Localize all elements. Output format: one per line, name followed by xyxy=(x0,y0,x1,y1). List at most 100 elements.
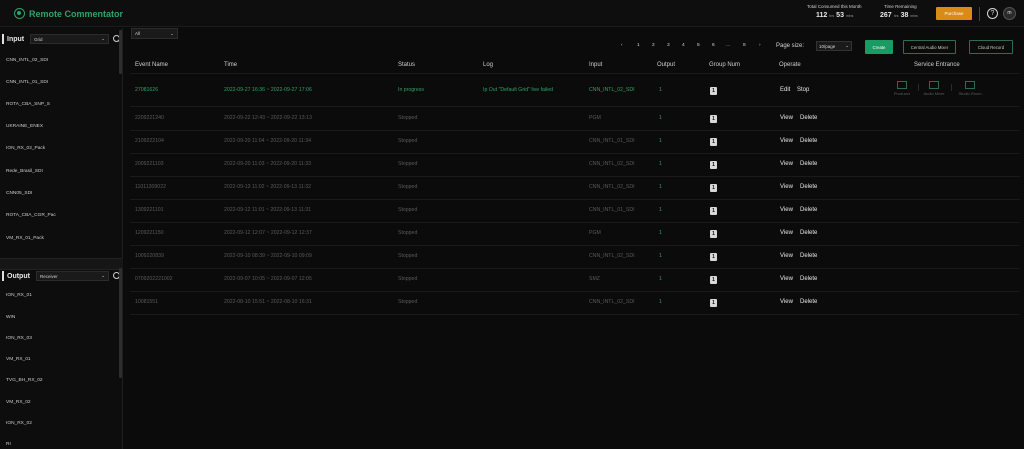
column-header[interactable]: Event Name xyxy=(135,62,168,68)
row-divider xyxy=(130,130,1020,131)
group-num-badge: 1 xyxy=(710,230,717,238)
input-item[interactable]: ION_RX_02_Pack xyxy=(6,146,45,151)
event-name-cell[interactable]: 2209221240 xyxy=(135,115,164,121)
event-name-cell[interactable]: 2109222104 xyxy=(135,138,164,144)
output-item[interactable]: RI xyxy=(6,442,11,447)
app-logo[interactable]: Remote Commentator xyxy=(14,8,123,19)
delete-link[interactable]: Delete xyxy=(800,253,817,259)
consumed-mins: 53 xyxy=(836,12,844,19)
output-filter-select[interactable]: Receiver ⌄ xyxy=(36,271,109,281)
view-link[interactable]: View xyxy=(780,161,793,167)
log-cell: Ip Out "Default Grid" live failed xyxy=(483,87,553,93)
input-filter-select[interactable]: Grid ⌄ xyxy=(30,34,109,44)
output-filter-value: Receiver xyxy=(40,273,58,279)
output-cell: 1 xyxy=(659,253,662,259)
delete-link[interactable]: Delete xyxy=(800,276,817,282)
column-header[interactable]: Time xyxy=(224,62,237,68)
pager-page[interactable]: 8 xyxy=(743,43,746,48)
central-audio-mixer-button[interactable]: Central Audio Mixer xyxy=(903,40,956,54)
output-item[interactable]: ION_RX_03 xyxy=(6,336,32,341)
delete-link[interactable]: Delete xyxy=(800,138,817,144)
input-filter-value: Grid xyxy=(34,36,43,42)
event-name-cell[interactable]: 1009220839 xyxy=(135,253,164,259)
input-cell: CNN_INTL_02_SDI xyxy=(589,299,635,305)
event-name-cell[interactable]: 1309221101 xyxy=(135,207,163,213)
column-header[interactable]: Input xyxy=(589,62,602,68)
input-item[interactable]: CNN_INTL_02_SDI xyxy=(6,58,48,63)
pager-page[interactable]: 6 xyxy=(712,43,715,48)
input-item[interactable]: Rede_Brasil_SDI xyxy=(6,169,43,174)
delete-link[interactable]: Delete xyxy=(800,230,817,236)
output-item[interactable]: ION_RX_02 xyxy=(6,421,32,426)
view-link[interactable]: View xyxy=(780,138,793,144)
event-name-cell[interactable]: 1209221150 xyxy=(135,230,163,236)
event-name-cell[interactable]: 2009221103 xyxy=(135,161,163,167)
input-item[interactable]: ROTA_CBA_SNP_S xyxy=(6,102,50,107)
pager-next[interactable]: › xyxy=(759,43,761,48)
input-item[interactable]: UKRAINE_ENEX xyxy=(6,124,43,129)
column-header[interactable]: Status xyxy=(398,62,415,68)
pager-page[interactable]: 4 xyxy=(682,43,685,48)
output-item[interactable]: ION_RX_01 xyxy=(6,293,32,298)
column-header[interactable]: Operate xyxy=(779,62,801,68)
input-scrollbar[interactable] xyxy=(119,30,122,74)
output-item[interactable]: TVG_BH_RX_02 xyxy=(6,378,43,383)
output-item[interactable]: WIN xyxy=(6,315,15,320)
event-name-cell[interactable]: 10081551 xyxy=(135,299,158,305)
avatar[interactable]: m xyxy=(1003,7,1016,20)
output-item[interactable]: VM_RX_01 xyxy=(6,357,31,362)
delete-link[interactable]: Delete xyxy=(800,161,817,167)
group-num-badge: 1 xyxy=(710,138,717,146)
service-audio-mixer[interactable]: Audio Mixer xyxy=(919,81,949,96)
pager-page[interactable]: 2 xyxy=(652,43,655,48)
cloud-record-button[interactable]: Cloud Record xyxy=(969,40,1013,54)
input-item[interactable]: CNN_INTL_01_SDI xyxy=(6,80,48,85)
status-filter-select[interactable]: All ⌄ xyxy=(131,28,178,39)
pager-ellipsis[interactable]: ... xyxy=(726,43,730,48)
column-header[interactable]: Group Num xyxy=(709,62,740,68)
consumed-stat: Total Consumed this Month 112 hrs 53 min… xyxy=(807,4,862,19)
delete-link[interactable]: Delete xyxy=(800,299,817,305)
output-scrollbar[interactable] xyxy=(119,268,122,378)
page-size-select[interactable]: 10/page ⌄ xyxy=(816,41,852,51)
service-producer[interactable]: Producer xyxy=(887,81,917,96)
chevron-down-icon: ⌄ xyxy=(845,43,849,48)
delete-link[interactable]: Delete xyxy=(800,207,817,213)
input-item[interactable]: VM_RX_01_Pack xyxy=(6,236,44,241)
event-name-cell[interactable]: 27081626 xyxy=(135,87,158,93)
view-link[interactable]: View xyxy=(780,115,793,121)
input-item[interactable]: CNN05_SDI xyxy=(6,191,32,196)
time-cell: 2022-09-07 10:05 ~ 2022-09-07 12:05 xyxy=(224,276,312,282)
status-cell: Stopped xyxy=(398,161,418,167)
view-link[interactable]: View xyxy=(780,299,793,305)
pager-page[interactable]: 1 xyxy=(637,43,640,48)
event-name-cell[interactable]: 0709202221002 xyxy=(135,276,173,282)
create-button[interactable]: Create xyxy=(865,40,893,54)
view-link[interactable]: View xyxy=(780,184,793,190)
delete-link[interactable]: Delete xyxy=(800,115,817,121)
column-header[interactable]: Service Entrance xyxy=(914,62,960,68)
pager-prev[interactable]: ‹ xyxy=(621,43,623,48)
view-link[interactable]: View xyxy=(780,253,793,259)
column-header[interactable]: Log xyxy=(483,62,493,68)
column-header[interactable]: Output xyxy=(657,62,675,68)
edit-link[interactable]: Edit xyxy=(780,87,790,93)
stop-link[interactable]: Stop xyxy=(797,87,809,93)
delete-link[interactable]: Delete xyxy=(800,184,817,190)
view-link[interactable]: View xyxy=(780,230,793,236)
input-item[interactable]: ROTA_CBA_CGR_Pac xyxy=(6,213,56,218)
page-size-value: 10/page xyxy=(819,43,836,49)
service-studio-room[interactable]: Studio Room xyxy=(955,81,985,96)
group-num-badge: 1 xyxy=(710,87,717,95)
chevron-down-icon: ⌄ xyxy=(101,36,105,41)
view-link[interactable]: View xyxy=(780,276,793,282)
event-name-cell[interactable]: 11011309022 xyxy=(135,184,166,190)
output-item[interactable]: VM_RX_02 xyxy=(6,400,31,405)
view-link[interactable]: View xyxy=(780,207,793,213)
help-icon[interactable]: ? xyxy=(987,8,998,19)
input-cell: PGM xyxy=(589,115,601,121)
status-cell: Stopped xyxy=(398,115,418,121)
purchase-button[interactable]: Purchase xyxy=(936,7,972,20)
pager-page[interactable]: 3 xyxy=(667,43,670,48)
pager-page[interactable]: 5 xyxy=(697,43,700,48)
